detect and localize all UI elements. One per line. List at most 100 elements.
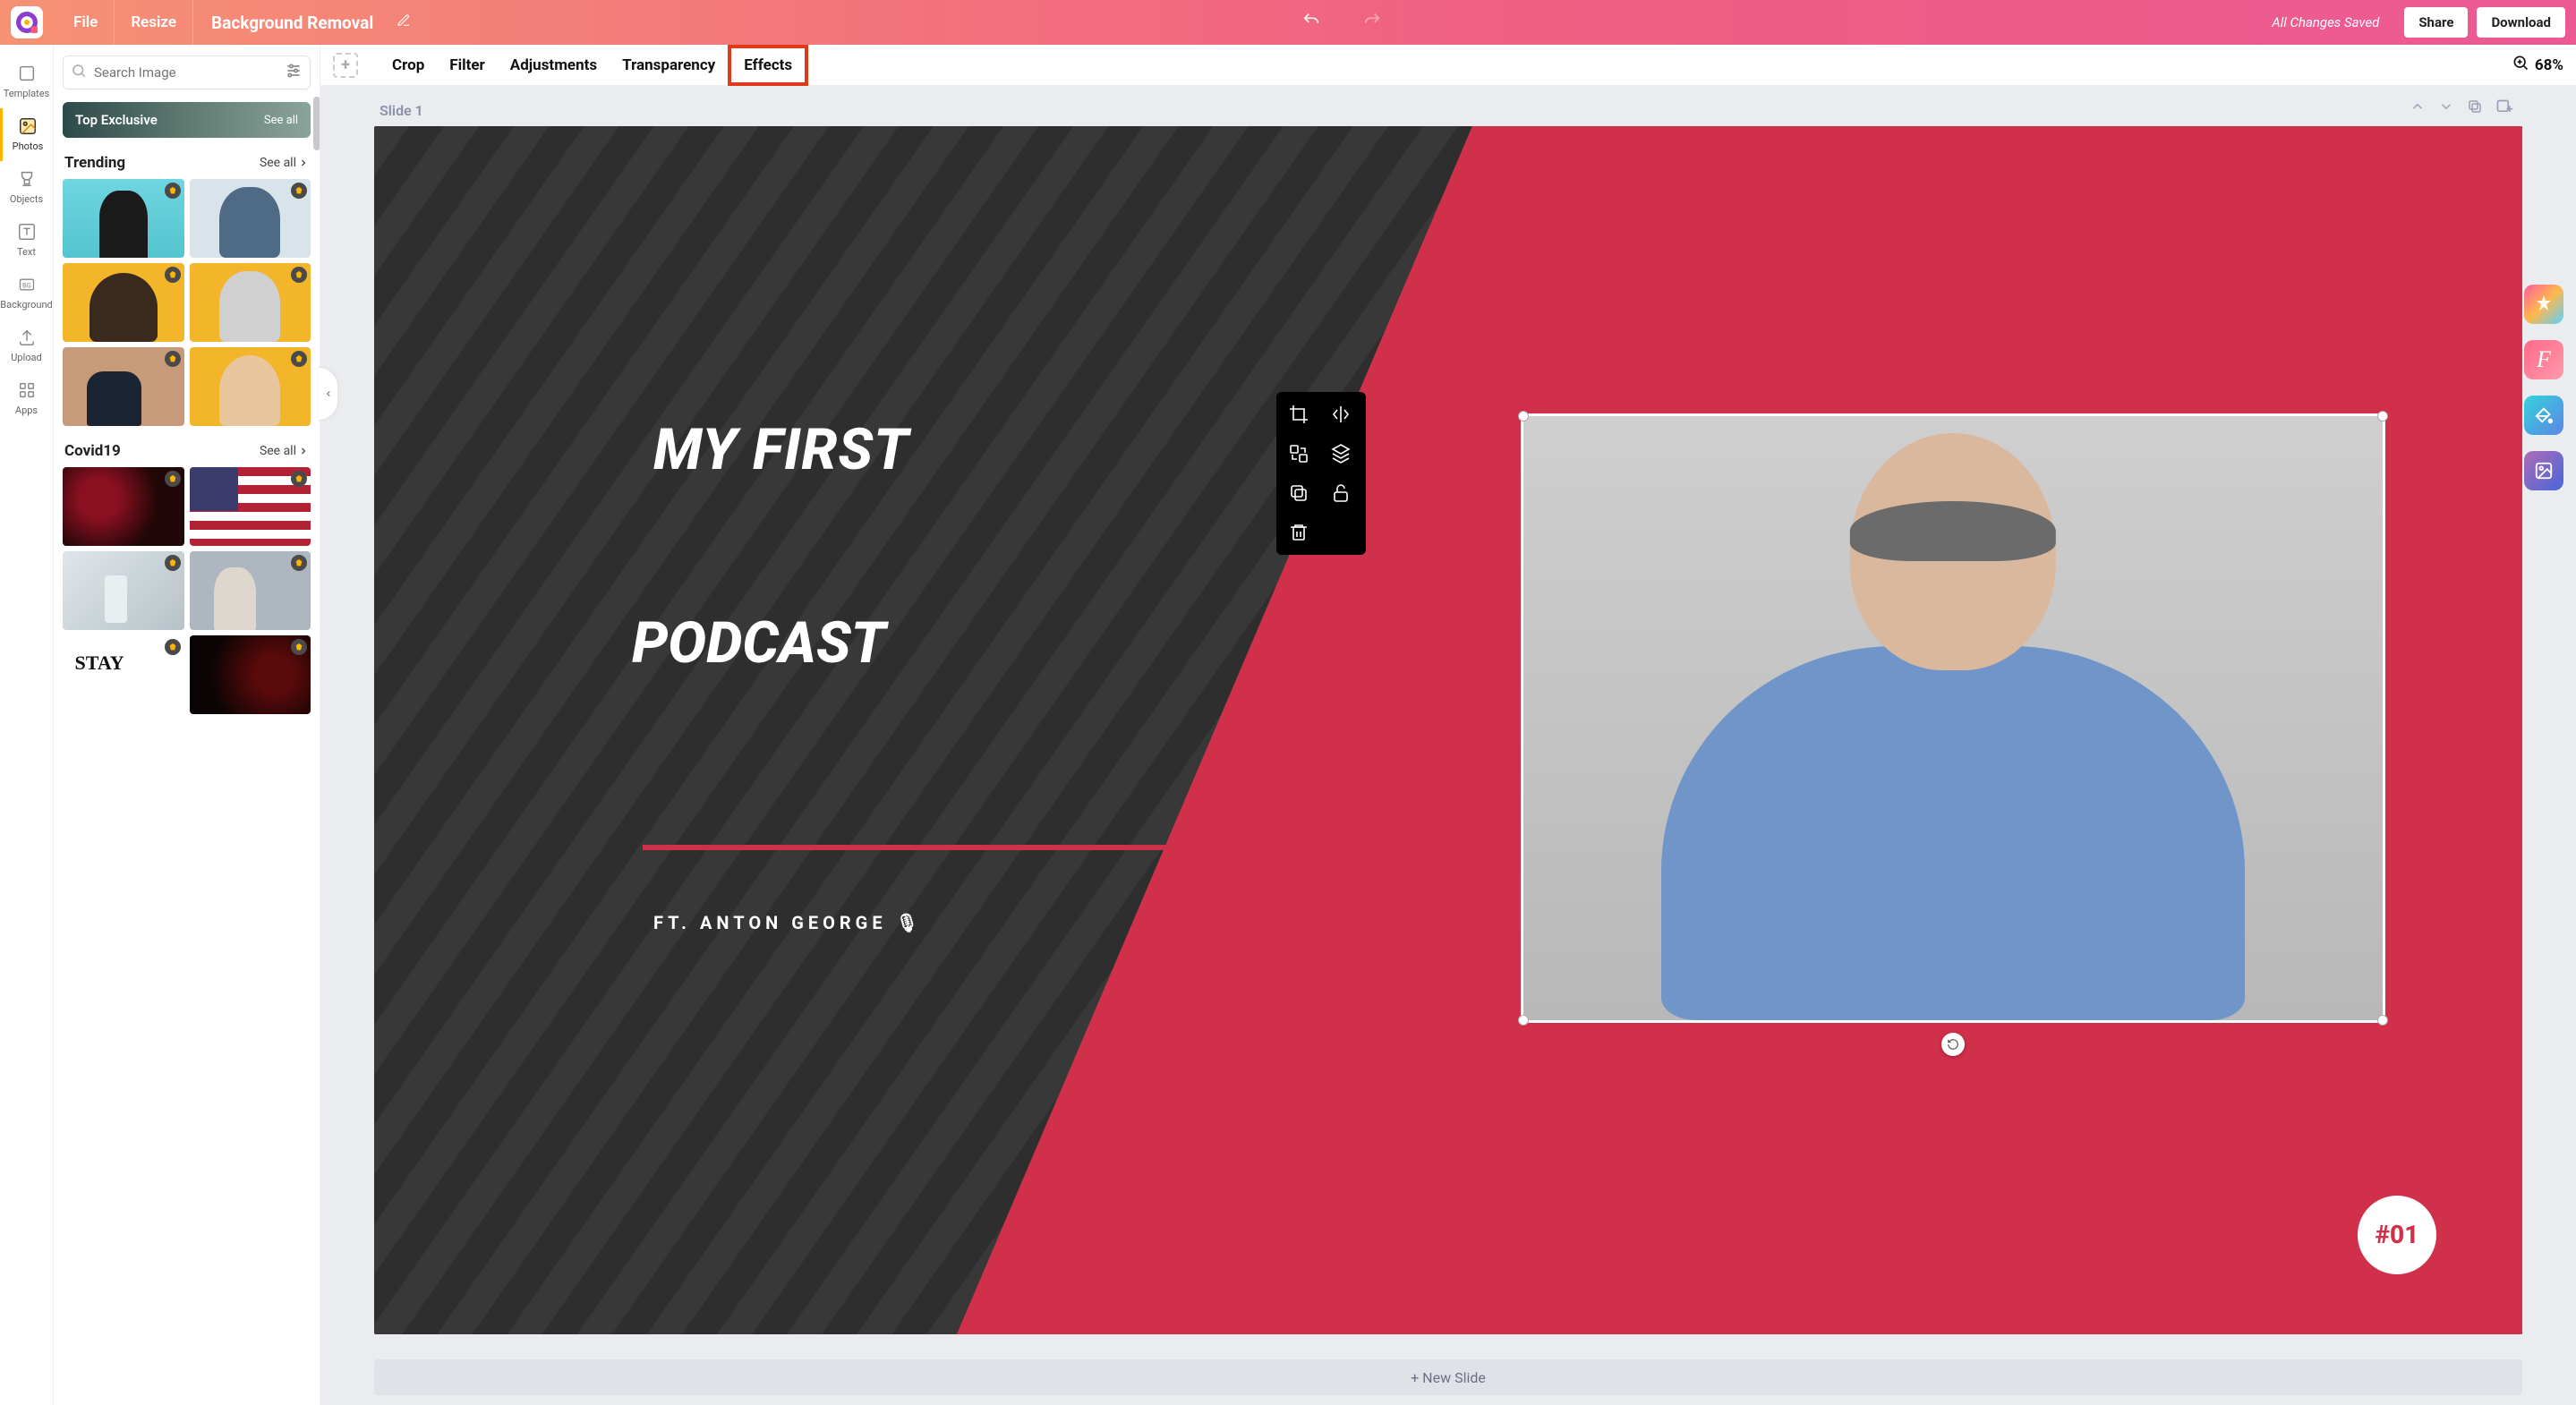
photo-thumb[interactable]: STAY (63, 635, 184, 714)
slide-number-badge[interactable]: #01 (2358, 1196, 2436, 1274)
section-covid-title: Covid19 (64, 442, 121, 460)
layers-tool-icon[interactable] (1326, 440, 1356, 467)
resize-handle-tl[interactable] (1518, 411, 1529, 422)
save-status: All Changes Saved (2272, 14, 2379, 30)
replace-tool-icon[interactable] (1284, 440, 1314, 467)
zoom-control[interactable]: 68% (2512, 54, 2563, 76)
slide-underline[interactable] (643, 845, 1395, 850)
photo-thumb[interactable] (63, 179, 184, 258)
search-bar[interactable] (63, 55, 311, 89)
filter-sliders-icon[interactable] (285, 62, 303, 83)
photo-thumb[interactable] (63, 347, 184, 426)
slide-down-icon[interactable] (2438, 98, 2454, 120)
leftnav-photos[interactable]: Photos (0, 108, 54, 161)
leftnav-background[interactable]: BG Background (0, 267, 54, 319)
top-exclusive-banner[interactable]: Top Exclusive See all (63, 102, 311, 138)
duplicate-slide-icon[interactable] (2467, 98, 2483, 120)
leftnav-templates[interactable]: Templates (0, 55, 54, 108)
leftnav-text[interactable]: Text (0, 214, 54, 267)
photo-thumb[interactable] (190, 263, 311, 342)
photos-panel: Top Exclusive See all Trending See all C… (54, 45, 320, 1405)
delete-tool-icon[interactable] (1284, 519, 1314, 546)
add-element-button[interactable]: + (333, 53, 358, 78)
canvas-area: + Crop Filter Adjustments Transparency E… (320, 45, 2576, 1405)
photo-thumb[interactable] (63, 467, 184, 546)
leftnav-label: Apps (15, 404, 38, 416)
document-title: Background Removal (193, 13, 391, 33)
slide-title-1[interactable]: MY FIRST (653, 416, 909, 483)
slide-actions (2410, 98, 2513, 120)
font-tool-icon[interactable]: F (2524, 340, 2563, 379)
filter-button[interactable]: Filter (437, 45, 498, 86)
canvas-scroll[interactable]: Slide 1 MY FIRST PODCAST FT. ANTON GEORG… (320, 86, 2576, 1405)
redo-icon[interactable] (1360, 11, 1385, 34)
slide-subtitle[interactable]: FT. ANTON GEORGE 🎙 (653, 912, 923, 933)
leftnav-objects[interactable]: Objects (0, 161, 54, 214)
crop-tool-icon[interactable] (1284, 401, 1314, 428)
leftnav-label: Upload (11, 352, 41, 363)
transparency-button[interactable]: Transparency (610, 45, 728, 86)
premium-badge-icon (291, 183, 307, 199)
photo-thumb[interactable] (190, 551, 311, 630)
top-header: File Resize Background Removal All Chang… (0, 0, 2576, 45)
panel-scrollbar[interactable] (313, 97, 320, 150)
add-slide-icon[interactable] (2495, 98, 2513, 120)
premium-badge-icon (165, 471, 181, 487)
lock-tool-icon[interactable] (1326, 480, 1356, 507)
photo-thumb[interactable] (190, 467, 311, 546)
left-sidebar: Templates Photos Objects Text BG Backgro… (0, 45, 54, 1405)
resize-handle-tr[interactable] (2377, 411, 2388, 422)
rotate-handle[interactable] (1941, 1033, 1965, 1056)
upload-icon (16, 327, 38, 348)
flip-tool-icon[interactable] (1326, 401, 1356, 428)
seeall-covid[interactable]: See all (260, 444, 309, 458)
photo-thumb[interactable] (190, 179, 311, 258)
mic-icon: 🎙 (896, 912, 923, 933)
resize-handle-bl[interactable] (1518, 1015, 1529, 1026)
file-menu[interactable]: File (57, 0, 115, 45)
leftnav-apps[interactable]: Apps (0, 372, 54, 425)
photos-icon (17, 115, 38, 137)
premium-badge-icon (165, 351, 181, 367)
magic-tool-icon[interactable] (2524, 285, 2563, 324)
slide-title-2[interactable]: PODCAST (632, 609, 885, 677)
copy-tool-icon[interactable] (1284, 480, 1314, 507)
download-button[interactable]: Download (2477, 7, 2565, 38)
leftnav-label: Background (0, 299, 52, 311)
undo-icon[interactable] (1299, 11, 1324, 34)
banner-seeall: See all (264, 114, 298, 127)
search-input[interactable] (94, 64, 277, 81)
resize-menu[interactable]: Resize (115, 0, 193, 45)
photo-thumb[interactable] (63, 551, 184, 630)
leftnav-label: Text (17, 246, 36, 258)
objects-icon (16, 168, 38, 190)
rename-icon[interactable] (397, 13, 411, 31)
slide-up-icon[interactable] (2410, 98, 2426, 120)
premium-badge-icon (291, 267, 307, 283)
new-slide-button[interactable]: + New Slide (374, 1359, 2522, 1395)
premium-badge-icon (165, 639, 181, 655)
adjustments-button[interactable]: Adjustments (498, 45, 610, 86)
app-logo[interactable] (11, 6, 43, 38)
slide-canvas[interactable]: MY FIRST PODCAST FT. ANTON GEORGE 🎙 #01 (374, 126, 2522, 1334)
effects-button[interactable]: Effects (728, 45, 808, 86)
photo-thumb[interactable] (63, 263, 184, 342)
background-icon: BG (16, 274, 38, 295)
seeall-trending[interactable]: See all (260, 156, 309, 170)
photo-thumb[interactable] (190, 635, 311, 714)
share-button[interactable]: Share (2404, 7, 2468, 38)
resize-handle-br[interactable] (2377, 1015, 2388, 1026)
image-tool-icon[interactable] (2524, 451, 2563, 490)
leftnav-upload[interactable]: Upload (0, 319, 54, 372)
premium-badge-icon (165, 267, 181, 283)
fill-tool-icon[interactable] (2524, 396, 2563, 435)
templates-icon (16, 63, 38, 84)
context-toolbar: + Crop Filter Adjustments Transparency E… (320, 45, 2576, 86)
section-trending-title: Trending (64, 154, 125, 172)
banner-label: Top Exclusive (75, 112, 158, 128)
selected-image[interactable] (1523, 416, 2383, 1020)
crop-button[interactable]: Crop (380, 45, 437, 86)
search-icon (71, 63, 87, 82)
premium-badge-icon (165, 555, 181, 571)
photo-thumb[interactable] (190, 347, 311, 426)
